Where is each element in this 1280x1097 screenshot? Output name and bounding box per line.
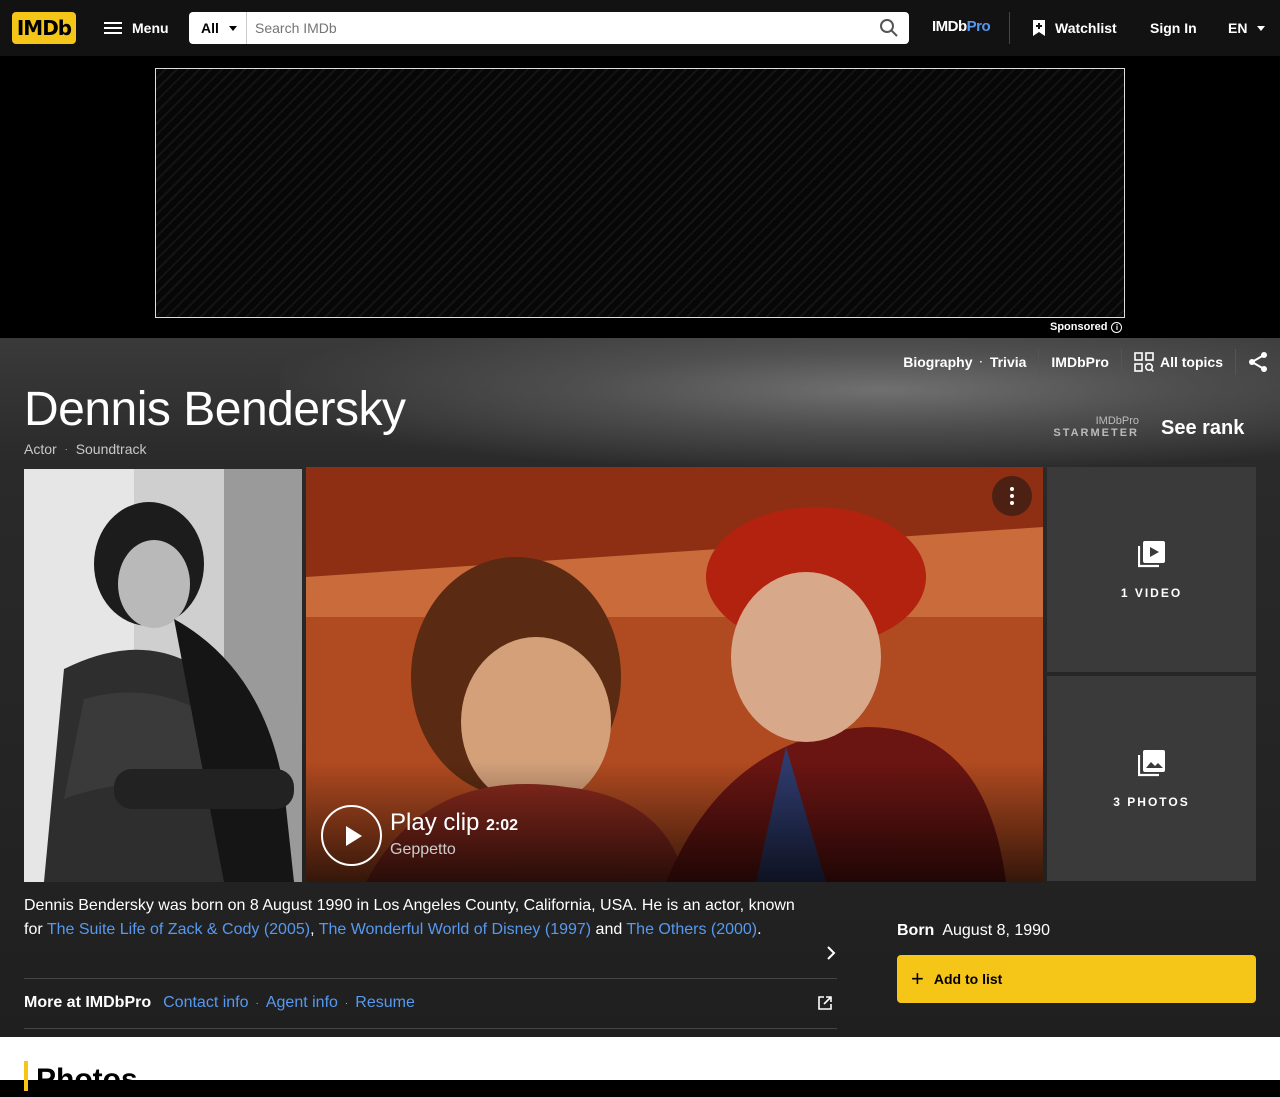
imdb-logo[interactable]: IMDb <box>12 12 76 44</box>
chevron-down-icon <box>1257 25 1266 31</box>
bio-separator: , <box>310 921 319 938</box>
more-at-imdbpro: More at IMDbPro Contact info · Agent inf… <box>24 994 415 1012</box>
person-roles: Actor · Soundtrack <box>24 441 147 457</box>
language-label: EN <box>1228 20 1248 36</box>
separator-dot: · <box>344 997 349 1009</box>
ad-banner[interactable] <box>155 68 1125 318</box>
bio-separator: and <box>591 921 627 938</box>
born-date: August 8, 1990 <box>942 922 1050 939</box>
role-actor: Actor <box>24 441 57 457</box>
video-library-icon <box>1137 540 1165 567</box>
all-topics-button[interactable]: All topics <box>1134 352 1223 372</box>
menu-button[interactable]: Menu <box>94 12 179 44</box>
person-photo[interactable] <box>24 469 302 882</box>
video-player[interactable]: Play clip 2:02 Geppetto <box>306 467 1043 882</box>
videos-tile[interactable]: 1 VIDEO <box>1047 467 1256 672</box>
photo-library-icon <box>1137 749 1165 776</box>
add-to-list-label: Add to list <box>933 971 1003 987</box>
separator-dot: · <box>255 997 259 1009</box>
chevron-down-icon <box>228 25 237 31</box>
section-accent-bar <box>24 1061 28 1091</box>
video-duration: 2:02 <box>486 817 519 834</box>
sponsored-text: Sponsored <box>1050 321 1108 333</box>
imdbpro-logo-part: IMDb <box>932 18 967 35</box>
subnav-trivia[interactable]: Trivia <box>990 354 1027 370</box>
video-caption: Geppetto <box>390 841 456 858</box>
search-input[interactable] <box>247 12 869 44</box>
person-name: Dennis Bendersky <box>24 383 406 436</box>
play-icon[interactable] <box>321 805 382 866</box>
all-topics-label: All topics <box>1159 354 1223 370</box>
ad-area: Sponsored i <box>0 56 1280 338</box>
sign-in-link[interactable]: Sign In <box>1150 20 1197 36</box>
role-soundtrack: Soundtrack <box>75 441 147 457</box>
separator-dot: · <box>979 356 983 368</box>
more-options-icon[interactable] <box>992 476 1032 516</box>
play-clip-label[interactable]: Play clip <box>390 809 479 837</box>
search-bar: All <box>189 12 909 44</box>
photos-heading[interactable]: Photos <box>36 1063 138 1097</box>
starmeter-label: STARMETER <box>1053 427 1139 439</box>
biography-summary[interactable]: Dennis Bendersky was born on 8 August 19… <box>24 894 814 942</box>
share-icon[interactable] <box>1248 351 1268 373</box>
contact-info-link[interactable]: Contact info <box>163 994 248 1012</box>
born-info: Born August 8, 1990 <box>897 922 1050 940</box>
sub-navigation: Biography · Trivia IMDbPro All topics <box>903 349 1280 375</box>
born-label: Born <box>897 922 935 939</box>
starmeter-pro-label: IMDbPro <box>1095 415 1139 427</box>
hamburger-icon <box>104 22 122 34</box>
photos-count: 3 PHOTOS <box>1113 794 1190 809</box>
imdbpro-link[interactable]: IMDbPro <box>932 18 991 35</box>
divider <box>24 978 837 979</box>
photos-section: Photos <box>0 1037 1280 1096</box>
info-icon: i <box>1111 321 1123 333</box>
photos-tile[interactable]: 3 PHOTOS <box>1047 676 1256 881</box>
hero-section: Biography · Trivia IMDbPro All topics De… <box>0 338 1280 1037</box>
sponsored-label[interactable]: Sponsored i <box>1050 321 1123 333</box>
search-category-label: All <box>201 20 219 36</box>
agent-info-link[interactable]: Agent info <box>266 994 338 1012</box>
subnav-imdbpro[interactable]: IMDbPro <box>1051 354 1109 370</box>
add-to-list-button[interactable]: + Add to list <box>897 955 1256 1003</box>
chevron-right-icon[interactable] <box>826 946 836 965</box>
more-at-label: More at IMDbPro <box>24 994 152 1011</box>
nav-divider <box>1009 12 1010 44</box>
known-for-link[interactable]: The Others (2000) <box>626 921 757 938</box>
external-link-icon[interactable] <box>818 996 832 1015</box>
top-navigation: IMDb Menu All IMDbPro Watchlist Sign In … <box>0 0 1280 56</box>
search-icon[interactable] <box>869 12 909 44</box>
imdbpro-logo-pro: Pro <box>966 18 991 35</box>
subnav-divider <box>1120 349 1122 375</box>
subnav-biography[interactable]: Biography <box>903 354 972 370</box>
separator-dot: · <box>64 444 68 454</box>
divider <box>24 1028 837 1029</box>
known-for-link[interactable]: The Suite Life of Zack & Cody (2005) <box>47 921 310 938</box>
plus-icon: + <box>911 966 924 991</box>
known-for-link[interactable]: The Wonderful World of Disney (1997) <box>319 921 591 938</box>
language-select[interactable]: EN <box>1228 20 1266 36</box>
videos-count: 1 VIDEO <box>1120 585 1183 600</box>
starmeter[interactable]: IMDbPro STARMETER <box>1053 415 1139 439</box>
see-rank-link[interactable]: See rank <box>1161 417 1244 440</box>
search-category-select[interactable]: All <box>189 12 247 44</box>
resume-link[interactable]: Resume <box>355 994 415 1012</box>
menu-label: Menu <box>132 20 169 36</box>
grid-search-icon <box>1134 352 1154 372</box>
watchlist-button[interactable]: Watchlist <box>1032 12 1117 44</box>
subnav-divider <box>1235 349 1236 375</box>
bio-end: . <box>757 921 762 938</box>
subnav-divider <box>1038 349 1040 375</box>
watchlist-label: Watchlist <box>1055 20 1117 36</box>
bookmark-plus-icon <box>1033 20 1045 36</box>
